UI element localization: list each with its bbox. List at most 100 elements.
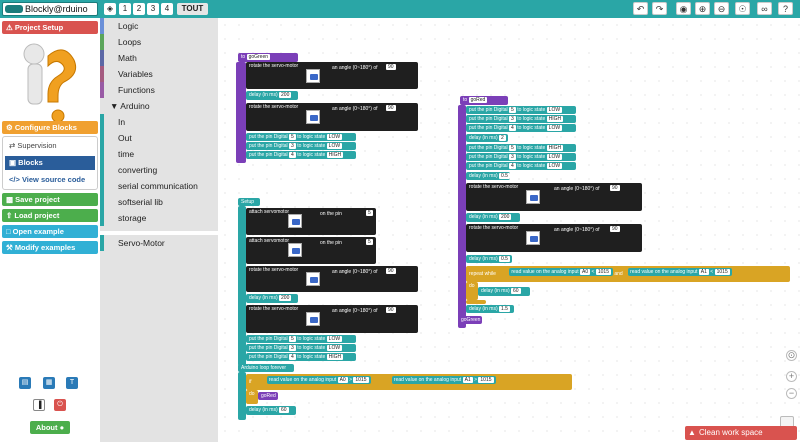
link-icon[interactable]: ∞ <box>757 2 772 15</box>
digital-write-block[interactable]: put the pin Digital 4 to logic state LOW <box>466 162 576 170</box>
rotate-servo-block[interactable]: rotate the servo-motor an angle (0~180°)… <box>466 183 642 211</box>
delay-block[interactable]: delay (in ms) 200 <box>466 213 520 222</box>
repeat-while-block[interactable]: repeat while read value on the analog in… <box>466 266 790 282</box>
about-button[interactable]: About ● <box>30 421 70 434</box>
toolbox-category-in[interactable]: In <box>100 114 218 130</box>
call-gogreen-block[interactable]: goGreen <box>458 316 482 324</box>
toolbox-category-arduino[interactable]: ▼ Arduino <box>100 98 218 114</box>
undo-icon[interactable]: ↶ <box>633 2 648 15</box>
folder-icon[interactable]: ▤ <box>19 377 31 389</box>
tab-supervision[interactable]: ⇄ Supervision <box>5 139 95 153</box>
toolbox-category-math[interactable]: Math <box>100 50 218 66</box>
file-icon: □ <box>6 227 13 236</box>
level-all-button[interactable]: TOUT <box>177 3 208 15</box>
app-logo[interactable]: Blockly@rduino <box>2 2 98 16</box>
toolbox-category-time[interactable]: time <box>100 146 218 162</box>
level-3-button[interactable]: 3 <box>147 3 159 15</box>
delay-block[interactable]: delay (in ms) 0.5 <box>466 255 512 263</box>
rotate-servo-block[interactable]: rotate the servo-motor an angle (0~180°)… <box>246 305 418 333</box>
procedure-header-gored[interactable]: to goRed <box>460 96 508 105</box>
toolbox-category-converting[interactable]: converting <box>100 162 218 178</box>
delay-block[interactable]: delay (in ms) 200 <box>246 91 298 100</box>
power-icon[interactable]: ⏻ <box>54 399 66 411</box>
left-panel: ⚠ Project Setup ⚙ Configure Blocks ⇄ Sup… <box>0 18 100 442</box>
setup-header[interactable]: Setup <box>238 198 260 206</box>
camera-icon[interactable]: ◉ <box>676 2 691 15</box>
toolbox-category-serial[interactable]: serial communication <box>100 178 218 194</box>
level-2-button[interactable]: 2 <box>133 3 145 15</box>
eye-icon[interactable]: ☉ <box>735 2 750 15</box>
level-1-button[interactable]: 1 <box>119 3 131 15</box>
toolbox-category-softserial[interactable]: softserial lib <box>100 194 218 210</box>
open-example-button[interactable]: □ Open example <box>2 225 98 238</box>
if-block[interactable]: if read value on the analog input A0 > 1… <box>246 374 572 390</box>
toolbox: Logic Loops Math Variables Functions ▼ A… <box>100 18 218 442</box>
attach-servo-block[interactable]: attach servomotor on the pin 5 <box>246 237 376 264</box>
digital-write-block[interactable]: put the pin Digital 3 to logic state LOW <box>246 344 356 352</box>
toolbox-category-servo[interactable]: Servo-Motor <box>100 235 218 251</box>
digital-write-block[interactable]: put the pin Digital 5 to logic state LOW <box>246 133 356 141</box>
delay-block[interactable]: delay (in ms) 200 <box>246 294 298 303</box>
while-condition-left[interactable]: read value on the analog input A0 < 1015 <box>509 268 613 276</box>
rotate-servo-block[interactable]: rotate the servo-motor an angle (0~180°)… <box>246 103 418 131</box>
delay-block[interactable]: delay (in ms) 1.5 <box>466 305 514 313</box>
servo-image-icon <box>288 214 302 228</box>
digital-write-block[interactable]: put the pin Digital 4 to logic state HIG… <box>246 353 356 361</box>
recenter-icon[interactable]: ⊙ <box>786 350 797 361</box>
tab-blocks[interactable]: ▣ Blocks <box>5 156 95 170</box>
and-condition-right[interactable]: read value on the analog input A1 > 1015 <box>391 376 496 384</box>
delay-block[interactable]: delay (in ms) 60 <box>478 287 530 296</box>
project-setup-button[interactable]: ⚠ Project Setup <box>2 21 98 34</box>
loop-forever-header[interactable]: Arduino loop forever <box>238 364 294 372</box>
delay-block[interactable]: delay (in ms) 0.5 <box>466 172 510 180</box>
pause-icon[interactable]: ▐ <box>33 399 45 411</box>
toolbox-category-logic[interactable]: Logic <box>100 18 218 34</box>
digital-write-block[interactable]: put the pin Digital 5 to logic state HIG… <box>466 144 576 152</box>
blockly-workspace[interactable]: to goGreen rotate the servo-motor an ang… <box>218 18 800 442</box>
modify-examples-button[interactable]: ⚒ Modify examples <box>2 241 98 254</box>
while-condition-right[interactable]: read value on the analog input A1 < 1015 <box>628 268 732 276</box>
tab-view-source-code[interactable]: </> View source code <box>5 173 95 187</box>
top-bar: Blockly@rduino ◈ 1 2 3 4 TOUT ↶ ↷ ◉ ⊕ ⊖ … <box>0 0 800 18</box>
toolbox-category-out[interactable]: Out <box>100 130 218 146</box>
toolbox-category-storage[interactable]: storage <box>100 210 218 226</box>
servo-image-icon <box>306 110 320 124</box>
digital-write-block[interactable]: put the pin Digital 5 to logic state LOW <box>466 106 576 114</box>
digital-write-block[interactable]: put the pin Digital 3 to logic state LOW <box>466 153 576 161</box>
delay-block[interactable]: delay (in ms) 60 <box>246 406 296 415</box>
digital-write-block[interactable]: put the pin Digital 3 to logic state LOW <box>246 142 356 150</box>
lightbulb-icon: ◈ <box>104 3 116 15</box>
rotate-servo-block[interactable]: rotate the servo-motor an angle (0~180°)… <box>466 224 642 252</box>
level-4-button[interactable]: 4 <box>161 3 173 15</box>
zoom-out-icon[interactable]: ⊖ <box>714 2 729 15</box>
toolbox-category-variables[interactable]: Variables <box>100 66 218 82</box>
save-project-button[interactable]: ▩ Save project <box>2 193 98 206</box>
redo-icon[interactable]: ↷ <box>652 2 667 15</box>
digital-write-block[interactable]: put the pin Digital 5 to logic state LOW <box>246 335 356 343</box>
servo-image-icon <box>306 272 320 286</box>
help-icon[interactable]: ? <box>778 2 793 15</box>
and-condition-left[interactable]: read value on the analog input A0 > 1015 <box>266 376 371 384</box>
load-project-button[interactable]: ⇧ Load project <box>2 209 98 222</box>
toolbox-category-functions[interactable]: Functions <box>100 82 218 98</box>
procedure-header-gogreen[interactable]: to goGreen <box>238 53 298 62</box>
servo-image-icon <box>526 231 540 245</box>
code-icon: </> <box>9 175 22 184</box>
zoom-in-icon[interactable]: ⊕ <box>695 2 710 15</box>
digital-write-block[interactable]: put the pin Digital 4 to logic state HIG… <box>246 151 356 159</box>
rotate-servo-block[interactable]: rotate the servo-motor an angle (0~180°)… <box>246 266 418 292</box>
clean-workspace-button[interactable]: ▲ Clean work space <box>685 426 797 440</box>
attach-servo-block[interactable]: attach servomotor on the pin 5 <box>246 208 376 235</box>
repeat-end <box>466 300 486 304</box>
configure-blocks-button[interactable]: ⚙ Configure Blocks <box>2 121 98 134</box>
call-gored-block[interactable]: goRed <box>258 392 278 400</box>
zoom-in-icon[interactable]: + <box>786 371 797 382</box>
digital-write-block[interactable]: put the pin Digital 3 to logic state HIG… <box>466 115 576 123</box>
digital-write-block[interactable]: put the pin Digital 4 to logic state LOW <box>466 124 576 132</box>
grid-icon[interactable]: ▦ <box>43 377 55 389</box>
delay-block[interactable]: delay (in ms) 2 <box>466 134 508 142</box>
rotate-servo-block[interactable]: rotate the servo-motor an angle (0~180°)… <box>246 62 418 89</box>
zoom-out-icon[interactable]: − <box>786 388 797 399</box>
text-icon[interactable]: T <box>66 377 78 389</box>
toolbox-category-loops[interactable]: Loops <box>100 34 218 50</box>
